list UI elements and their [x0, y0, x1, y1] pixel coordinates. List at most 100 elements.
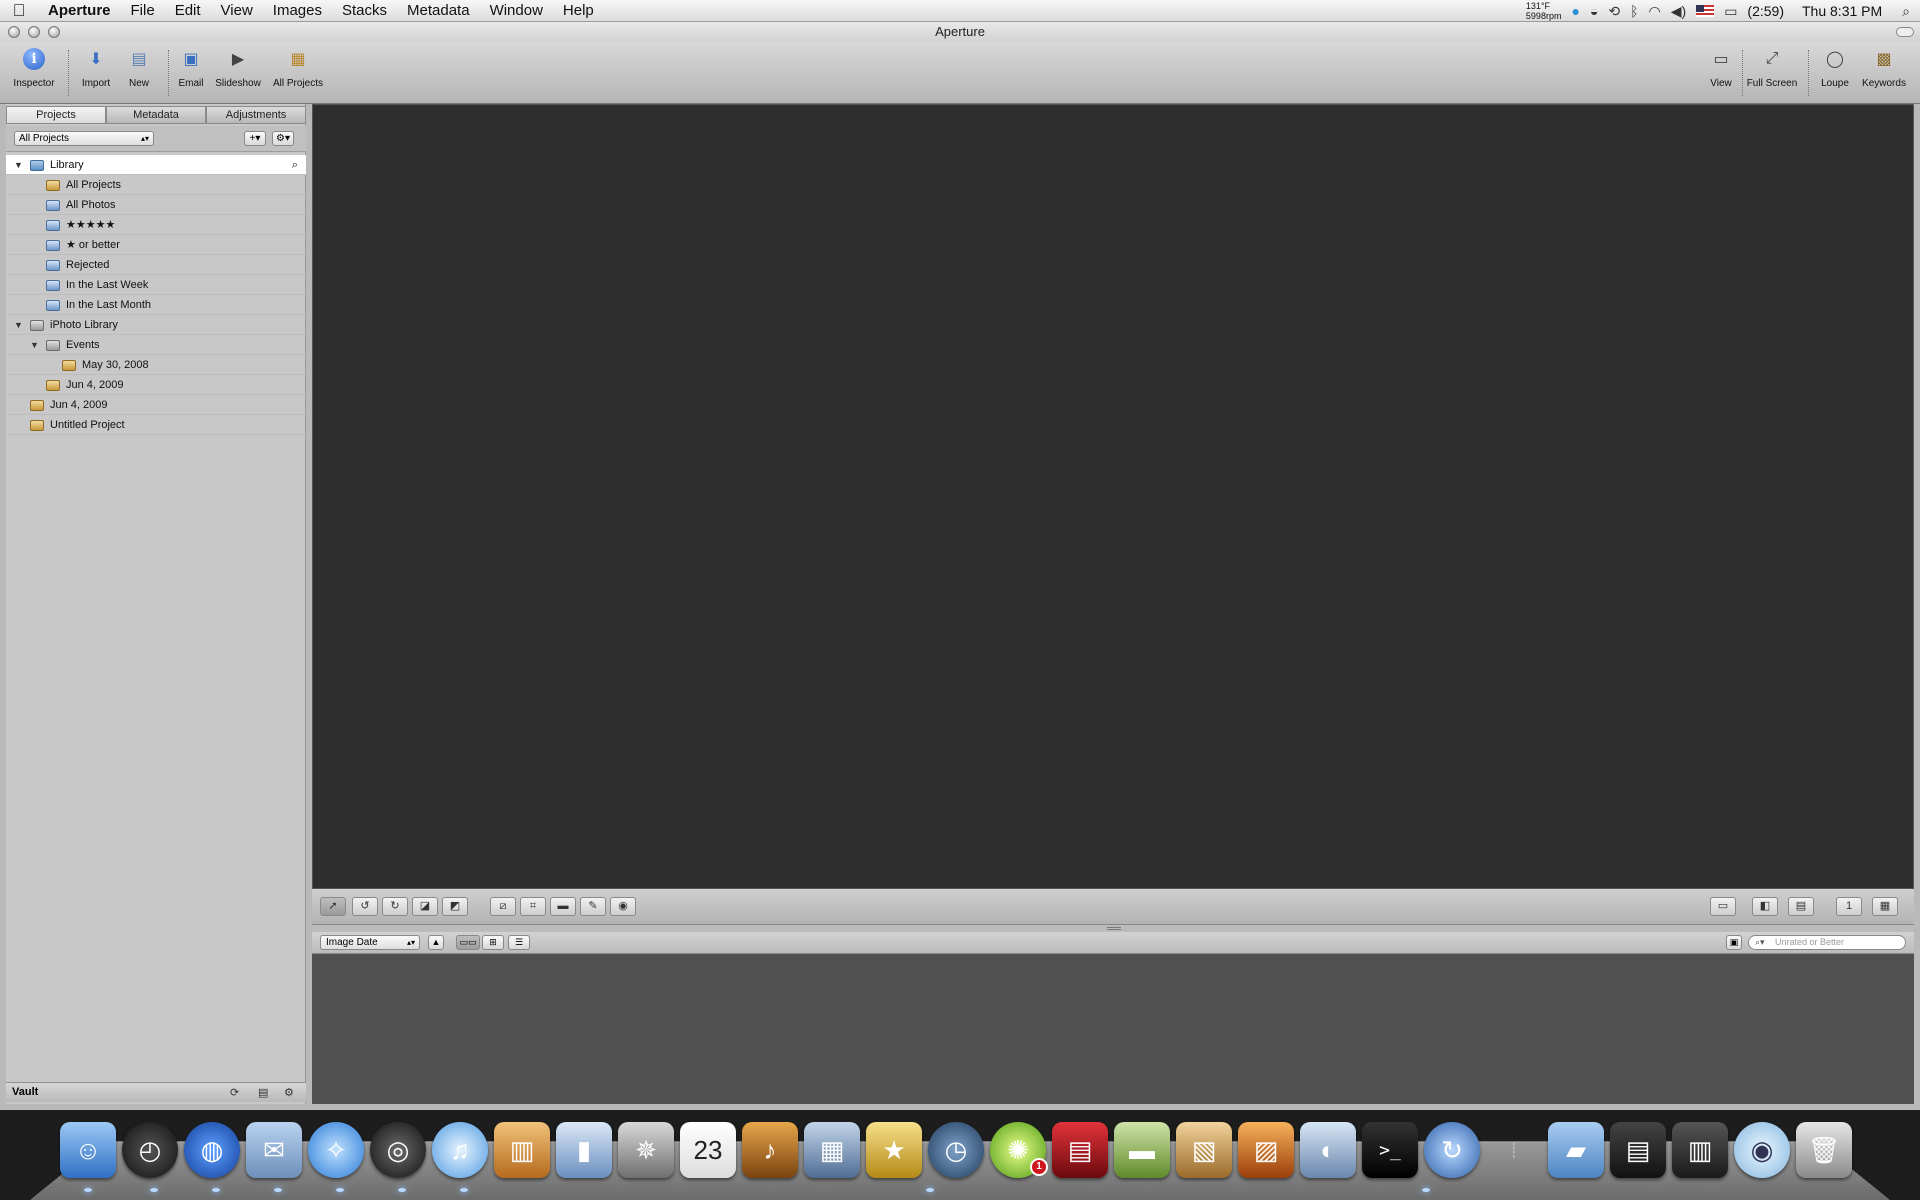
slideshow-button[interactable]: ▶ Slideshow	[214, 46, 262, 89]
image-browser[interactable]	[312, 954, 1914, 1104]
tree-row-may-30-2008[interactable]: May 30, 2008	[6, 355, 306, 375]
vault-gear-icon[interactable]: ⚙	[284, 1084, 294, 1103]
tree-row-events[interactable]: ▼ Events	[6, 335, 306, 355]
menu-metadata[interactable]: Metadata	[397, 0, 480, 22]
primary-only-button[interactable]: 1	[1836, 897, 1862, 916]
sync-icon[interactable]: ↻	[1424, 1122, 1480, 1178]
image-viewer[interactable]	[312, 104, 1914, 889]
imovie-star-icon[interactable]: ★	[866, 1122, 922, 1178]
tree-row-untitled-project[interactable]: Untitled Project	[6, 415, 306, 435]
imovie-icon[interactable]: ✵	[618, 1122, 674, 1178]
time-machine-icon[interactable]: ⟲	[1608, 3, 1620, 20]
iphoto-icon[interactable]: ▧	[1176, 1122, 1232, 1178]
spotlight-search-icon[interactable]: ⌕	[1902, 3, 1910, 20]
tree-row-all-projects[interactable]: All Projects	[6, 175, 306, 195]
disc-icon[interactable]: ◉	[1734, 1122, 1790, 1178]
view-button[interactable]: ▭ View	[1706, 46, 1736, 89]
sort-select[interactable]: Image Date ▴▾	[320, 935, 420, 950]
google-earth-icon[interactable]: ◍	[184, 1122, 240, 1178]
straighten-tool-button[interactable]: ⧄	[490, 897, 516, 916]
new-button[interactable]: ▤ New	[124, 46, 154, 89]
terminal-icon[interactable]: >_	[1362, 1122, 1418, 1178]
menu-app[interactable]: Aperture	[38, 0, 121, 22]
disclosure-triangle-icon[interactable]: ▼	[14, 155, 23, 175]
ical-icon[interactable]: 23	[680, 1122, 736, 1178]
keywords-button[interactable]: ▩ Keywords	[1860, 46, 1908, 89]
printer-icon[interactable]: ▬	[1114, 1122, 1170, 1178]
list-view-button[interactable]: ☰	[508, 935, 530, 950]
grid-view-button[interactable]: ⊞	[482, 935, 504, 950]
tree-row-five-stars[interactable]: ★★★★★	[6, 215, 306, 235]
loupe-button[interactable]: ◯ Loupe	[1816, 46, 1854, 89]
close-window-button[interactable]	[8, 26, 20, 38]
mail-icon[interactable]: ✉	[246, 1122, 302, 1178]
front-row-icon[interactable]: ▤	[1052, 1122, 1108, 1178]
splitter-grip[interactable]	[1107, 927, 1121, 930]
crop-tool-button[interactable]: ⌗	[520, 897, 546, 916]
safari-icon[interactable]: ✧	[308, 1122, 364, 1178]
time-machine-dock-icon[interactable]: ◷	[928, 1122, 984, 1178]
red-eye-tool-button[interactable]: ◉	[610, 897, 636, 916]
minimize-window-button[interactable]	[28, 26, 40, 38]
stamp-tool-button[interactable]: ◩	[442, 897, 468, 916]
tree-row-iphoto-library[interactable]: ▼ iPhoto Library	[6, 315, 306, 335]
volume-icon[interactable]: ◀)	[1671, 3, 1686, 20]
documents-stack-icon[interactable]: ▤	[1610, 1122, 1666, 1178]
battery-icon[interactable]: ▭	[1724, 3, 1737, 20]
tree-row-library[interactable]: ▼ Library ⌕	[6, 155, 306, 175]
toolbar-toggle-button[interactable]	[1896, 27, 1914, 37]
viewer-filmstrip-button[interactable]: ▤	[1788, 897, 1814, 916]
menu-window[interactable]: Window	[480, 0, 553, 22]
tree-row-jun-4-2009-iphoto[interactable]: Jun 4, 2009	[6, 375, 306, 395]
metadata-overlay-button[interactable]: ▦	[1872, 897, 1898, 916]
disclosure-triangle-icon[interactable]: ▼	[30, 335, 39, 355]
tree-row-rejected[interactable]: Rejected	[6, 255, 306, 275]
viewer-split-button[interactable]: ◧	[1752, 897, 1778, 916]
tree-row-jun-4-2009[interactable]: Jun 4, 2009	[6, 395, 306, 415]
full-screen-button[interactable]: ⤢ Full Screen	[1744, 46, 1800, 89]
trash-icon[interactable]: 🗑	[1796, 1122, 1852, 1178]
add-vault-icon[interactable]: ▤	[258, 1084, 268, 1103]
aperture-icon[interactable]: ◎	[370, 1122, 426, 1178]
disk-icon[interactable]: ◒	[1590, 3, 1598, 19]
brush-tool-button[interactable]: ✎	[580, 897, 606, 916]
query-hud-button[interactable]: ▣	[1726, 935, 1742, 950]
downloads-stack-icon[interactable]: ▥	[1672, 1122, 1728, 1178]
sort-direction-button[interactable]: ▲	[428, 935, 444, 950]
temperature-monitor[interactable]: 131°F 5998rpm	[1526, 1, 1562, 21]
menu-edit[interactable]: Edit	[165, 0, 211, 22]
search-icon[interactable]: ⌕	[292, 155, 298, 175]
tab-metadata[interactable]: Metadata	[106, 106, 206, 124]
filmstrip-view-button[interactable]: ▭▭	[456, 935, 480, 950]
bluetooth-icon[interactable]: ᛒ	[1630, 3, 1638, 19]
viewer-browser-splitter[interactable]	[312, 925, 1914, 932]
apple-menu-icon[interactable]: 	[0, 1, 38, 21]
menu-stacks[interactable]: Stacks	[332, 0, 397, 22]
photo-booth-icon[interactable]: ▨	[1238, 1122, 1294, 1178]
wifi-icon[interactable]: ◠	[1649, 3, 1661, 20]
projects-filter-select[interactable]: All Projects ▴▾	[14, 131, 154, 146]
tree-row-all-photos[interactable]: All Photos	[6, 195, 306, 215]
tree-row-last-week[interactable]: In the Last Week	[6, 275, 306, 295]
globe-icon[interactable]: ●	[1571, 3, 1579, 19]
tab-adjustments[interactable]: Adjustments	[206, 106, 306, 124]
tree-row-last-month[interactable]: In the Last Month	[6, 295, 306, 315]
preview-icon[interactable]: ◐	[1300, 1122, 1356, 1178]
battery-time[interactable]: (2:59)	[1747, 3, 1784, 19]
zoom-window-button[interactable]	[48, 26, 60, 38]
finder-icon[interactable]: ☺	[60, 1122, 116, 1178]
limewire-icon[interactable]: ✺ 1	[990, 1122, 1048, 1178]
action-gear-button[interactable]: ⚙▾	[272, 131, 294, 146]
menu-help[interactable]: Help	[553, 0, 604, 22]
rating-filter-input[interactable]: ⌕▾ Unrated or Better	[1748, 935, 1906, 950]
garageband-icon[interactable]: ♪	[742, 1122, 798, 1178]
spaces-icon[interactable]: ▦	[804, 1122, 860, 1178]
refresh-vault-icon[interactable]: ⟳	[230, 1084, 239, 1103]
menu-images[interactable]: Images	[263, 0, 332, 22]
keynote-icon[interactable]: ▥	[494, 1122, 550, 1178]
spot-patch-tool-button[interactable]: ▬	[550, 897, 576, 916]
dashboard-icon[interactable]: ◴	[122, 1122, 178, 1178]
rotate-left-button[interactable]: ↺	[352, 897, 378, 916]
viewer-mode-button[interactable]: ▭	[1710, 897, 1736, 916]
disclosure-triangle-icon[interactable]: ▼	[14, 315, 23, 335]
